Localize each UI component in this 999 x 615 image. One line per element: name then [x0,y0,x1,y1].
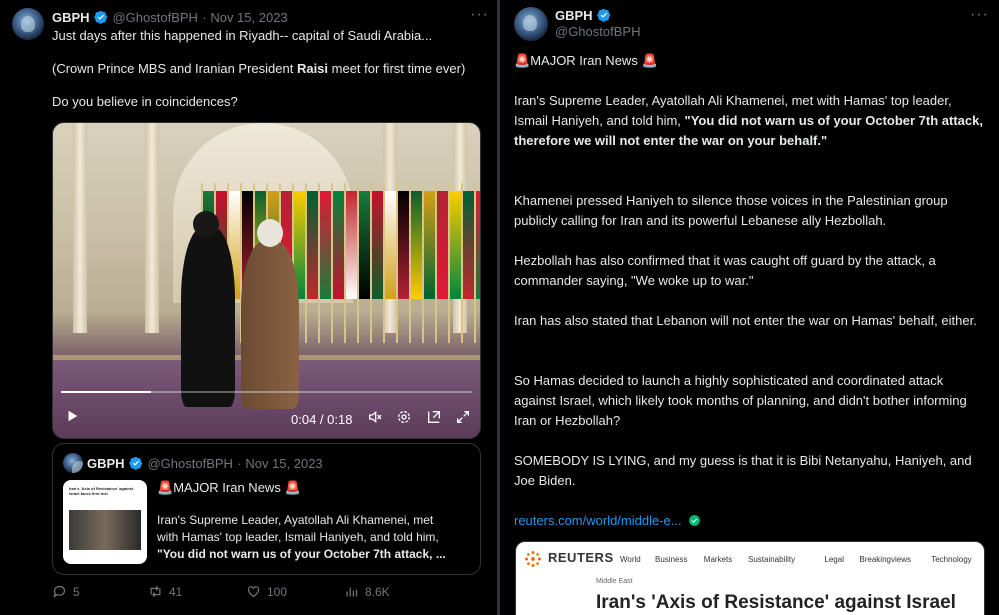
quote-thumbnail: Iran's 'Axis of Resistance' against Isra… [63,480,147,564]
reuters-brand: REUTERS [548,550,614,565]
verified-badge-icon [94,10,108,24]
tweet-line-3: Do you believe in coincidences? [52,94,238,109]
quote-body-line-2: with Hamas' top leader, Ismail Haniyeh, … [157,530,439,544]
flag [320,191,331,299]
video-person-left [181,227,235,407]
flag [372,191,383,299]
author-name[interactable]: GBPH [555,8,593,23]
flag [476,191,480,299]
more-options-icon[interactable]: ··· [470,7,489,23]
quote-body-line-1: Iran's Supreme Leader, Ayatollah Ali Kha… [157,513,434,527]
mute-icon[interactable] [367,409,383,425]
siren-icon: 🚨 [641,53,658,68]
thumb-headline: Iran's 'Axis of Resistance' against Isra… [69,486,134,496]
verified-badge-icon [129,456,143,470]
quote-avatar [63,453,83,473]
headline: 🚨MAJOR Iran News 🚨 [514,53,658,68]
article-link[interactable]: reuters.com/world/middle-e... [514,513,701,528]
quote-body-line-3: "You did not warn us of your October 7th… [157,547,446,561]
flag [437,191,448,299]
tweet-line-1: Just days after this happened in Riyadh-… [52,28,433,43]
author-handle[interactable]: @GhostofBPH [555,24,640,39]
repost-icon [150,586,161,597]
flag [307,191,318,299]
check-circle-icon [689,515,701,526]
picture-in-picture-icon[interactable] [426,409,442,425]
card-title: Iran's 'Axis of Resistance' against Isra… [596,592,956,613]
paragraph-3: Hezbollah has also confirmed that it was… [514,253,940,288]
reuters-logo-icon [525,551,541,567]
paragraph-2: Khamenei pressed Haniyeh to silence thos… [514,193,952,228]
link-preview-card[interactable]: REUTERS World Business Markets Sustainabili… [515,541,985,615]
reply-button[interactable]: 5 [52,584,80,599]
verified-badge-icon [597,8,611,22]
like-button[interactable]: 100 [246,584,287,599]
tweet-line-2: (Crown Prince MBS and Iranian President … [52,61,466,76]
heart-icon [247,586,260,598]
flag [450,191,461,299]
tweet-header: GBPH @GhostofBPH · Nov 15, 2023 [52,10,288,25]
reuters-nav-item[interactable]: Business [655,555,687,564]
flag [385,191,396,299]
avatar[interactable] [514,7,548,41]
analytics-icon [346,587,358,597]
avatar[interactable] [12,8,44,40]
paragraph-1: Iran's Supreme Leader, Ayatollah Ali Kha… [514,93,987,148]
card-section: Middle East [596,578,633,585]
quote-author-name: GBPH [87,456,125,471]
siren-icon: 🚨 [284,480,301,495]
flag [398,191,409,299]
thumb-photo [69,510,141,550]
left-tweet[interactable]: GBPH @GhostofBPH · Nov 15, 2023 ··· Just… [0,0,497,615]
flag [424,191,435,299]
quoted-tweet[interactable]: GBPH @GhostofBPH · Nov 15, 2023 Iran's '… [52,443,481,575]
settings-gear-icon[interactable] [396,409,412,425]
siren-icon: 🚨 [514,53,531,68]
author-name[interactable]: GBPH [52,10,90,25]
siren-icon: 🚨 [157,480,174,495]
reuters-nav-item[interactable]: World [620,555,641,564]
reuters-nav-item[interactable]: Markets [704,555,732,564]
flag [411,191,422,299]
paragraph-5: So Hamas decided to launch a highly soph… [514,373,971,428]
flag [346,191,357,299]
paragraph-4: Iran has also stated that Lebanon will n… [514,313,977,328]
right-tweet[interactable]: GBPH @GhostofBPH ··· 🚨MAJOR Iran News 🚨 … [500,0,999,615]
author-handle[interactable]: @GhostofBPH [112,10,197,25]
video-player[interactable]: 0:04 / 0:18 [52,122,481,439]
paragraph-6: SOMEBODY IS LYING, and my guess is that … [514,453,976,488]
quote-header: GBPH @GhostofBPH · Nov 15, 2023 [87,456,323,471]
tweet-header: GBPH [555,7,611,25]
flag [359,191,370,299]
repost-button[interactable]: 41 [148,584,182,599]
flag [333,191,344,299]
play-icon[interactable] [65,409,79,423]
reuters-nav-item[interactable]: Technology [931,555,971,564]
fullscreen-icon[interactable] [455,409,471,425]
video-progress-bar[interactable] [61,391,472,393]
reuters-nav-item[interactable]: Legal [824,555,844,564]
reply-icon [53,585,66,598]
views-button[interactable]: 8.6K [344,584,390,599]
reuters-nav-item[interactable]: Sustainability [748,555,795,564]
flag [463,191,474,299]
video-time: 0:04 / 0:18 [291,412,353,427]
video-person-right [241,241,299,409]
reuters-nav-item[interactable]: Breakingviews [859,555,911,564]
quote-headline: 🚨MAJOR Iran News 🚨 [157,480,301,495]
more-options-icon[interactable]: ··· [970,7,989,23]
tweet-date[interactable]: Nov 15, 2023 [210,10,287,25]
